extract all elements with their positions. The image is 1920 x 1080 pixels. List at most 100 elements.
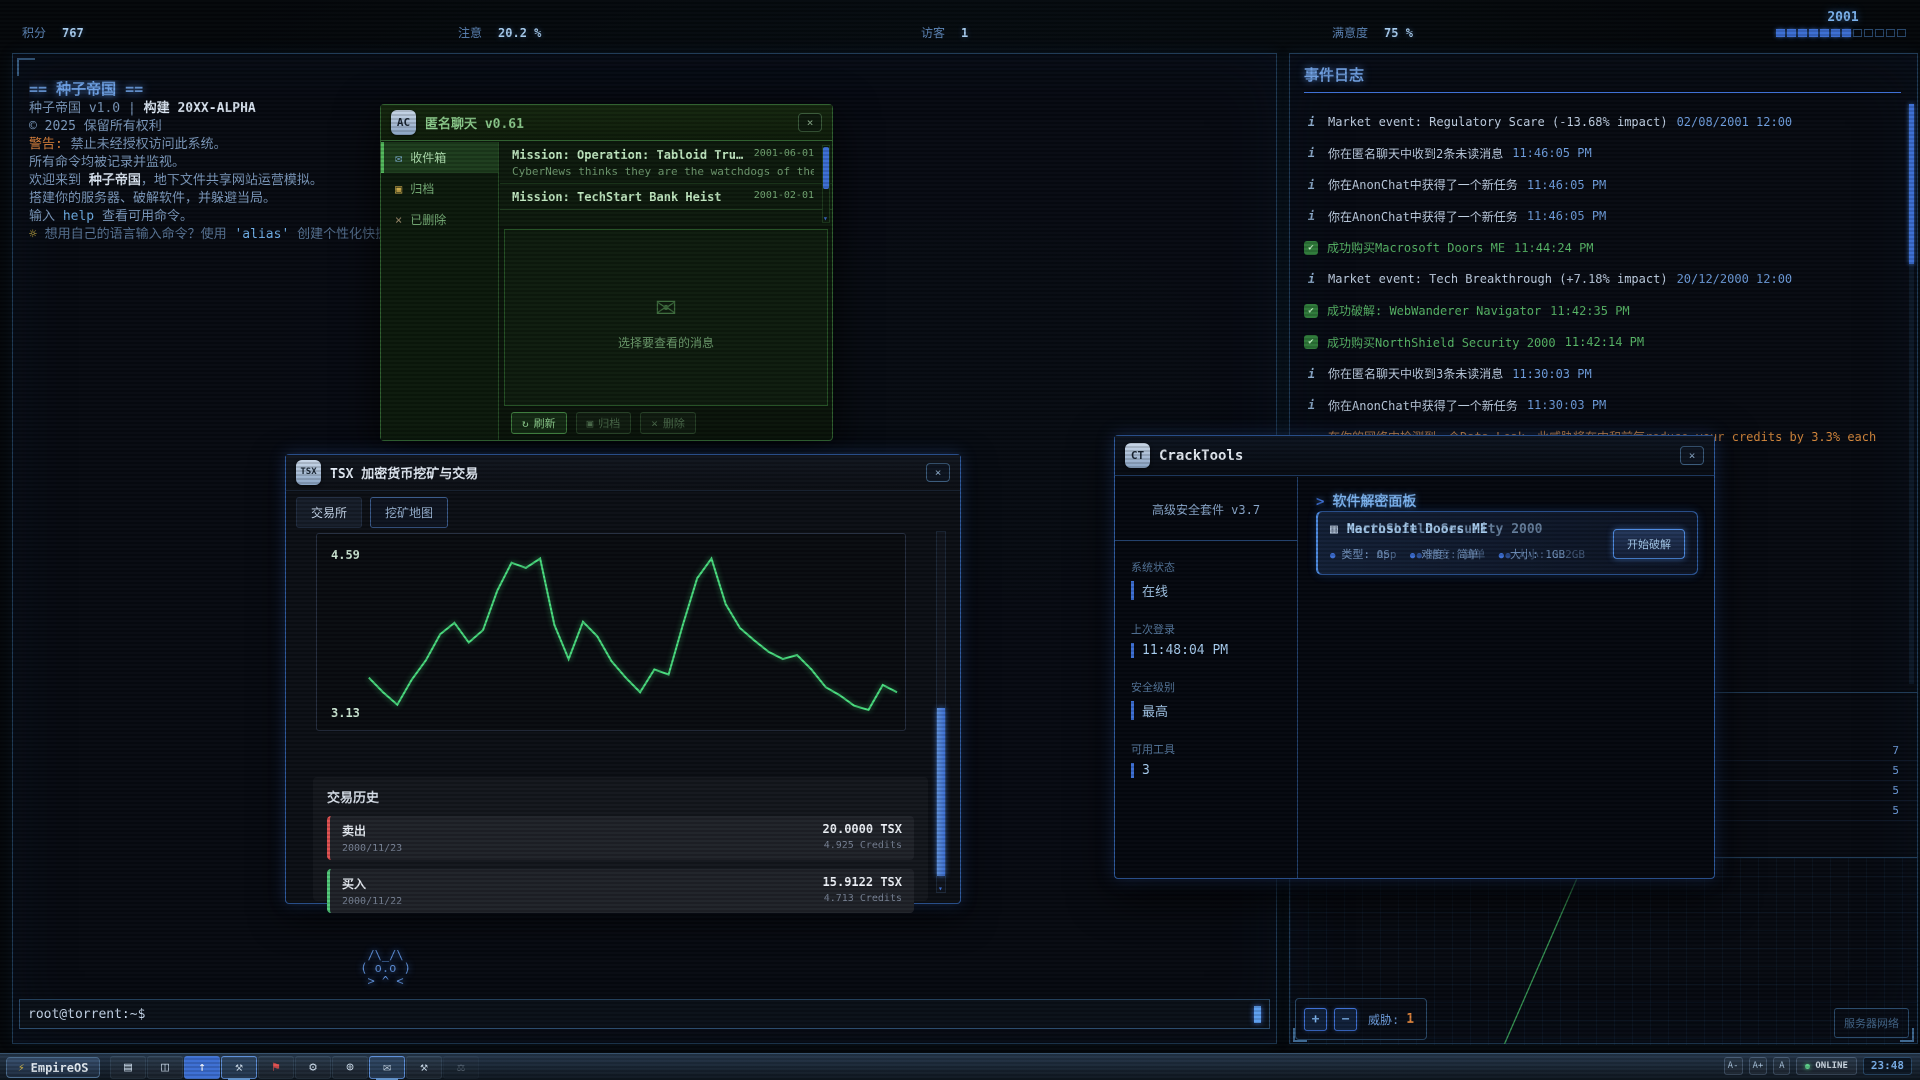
event-icon: ✔ [1304, 304, 1318, 318]
server-network-button[interactable]: 服务器网络 [1834, 1008, 1909, 1038]
event-text: 你在匿名聊天中收到3条未读消息 [1328, 365, 1503, 382]
chat-titlebar[interactable]: AC 匿名聊天 v0.61 × [381, 105, 832, 141]
scrollbar-thumb[interactable] [823, 147, 829, 189]
hud-stat-attention: 注意20.2 % [458, 24, 541, 41]
scroll-down-icon[interactable]: ▾ [823, 215, 829, 223]
chevron-right-icon: > [1316, 494, 1324, 510]
command-line [19, 999, 1270, 1029]
online-status: ONLINE [1796, 1057, 1857, 1075]
font-reset-button[interactable]: A [1773, 1057, 1790, 1075]
chat-toolbar-button[interactable]: ▣ 归档 [576, 412, 632, 434]
tsx-crypto-window: TSX TSX 加密货币挖矿与交易 × 交易所 挖矿地图 4.59 3.13 ▾… [285, 454, 961, 904]
event-time: 11:42:14 PM [1565, 335, 1644, 349]
tsx-titlebar[interactable]: TSX TSX 加密货币挖矿与交易 × [286, 455, 960, 491]
event-icon: i [1304, 178, 1319, 192]
progress-square [1875, 29, 1884, 37]
mail-date: 2001-02-01 [754, 190, 814, 204]
spec-difficulty: ●难度: 简单 [1410, 546, 1479, 562]
event-text: 你在AnonChat中获得了一个新任务 [1328, 397, 1518, 414]
scrollbar-thumb[interactable] [937, 708, 945, 876]
side-stat-value: 7 [1892, 744, 1899, 757]
taskbar-app-button[interactable]: ✉ [369, 1056, 405, 1079]
font-smaller-button[interactable]: A- [1724, 1057, 1743, 1075]
stat-label: 可用工具 [1131, 741, 1297, 757]
close-icon[interactable]: × [926, 463, 950, 482]
empireos-start-button[interactable]: ⚡ EmpireOS [6, 1057, 100, 1078]
cracktools-stat: 系统状态 在线 [1115, 559, 1297, 600]
trade-history-row[interactable]: 买入 2000/11/22 15.9122 TSX 4.713 Credits [327, 869, 914, 913]
event-time: 02/08/2001 12:00 [1677, 115, 1793, 129]
taskbar-app-button[interactable]: ⚒ [406, 1056, 442, 1079]
cracktools-app-icon: CT [1125, 443, 1150, 468]
crack-panel: >软件解密面板 ▤ NorthShield Security 2000 ●类型:… [1298, 477, 1714, 878]
taskbar-app-button[interactable]: ▤ [110, 1056, 146, 1079]
network-controls: + − 威胁: 1 [1295, 998, 1427, 1040]
side-stat-value: 5 [1892, 804, 1899, 817]
taskbar-app-button[interactable]: ⊕ [332, 1056, 368, 1079]
hud-stat-visitors: 访客1 [921, 24, 968, 41]
event-text: 你在AnonChat中获得了一个新任务 [1328, 176, 1518, 193]
tsx-scrollbar[interactable]: ▾ [936, 531, 946, 893]
event-time: 20/12/2000 12:00 [1677, 272, 1793, 286]
tsx-tab[interactable]: 挖矿地图 [370, 497, 448, 528]
trade-amount: 20.0000 TSX [823, 822, 902, 836]
taskbar-app-button[interactable]: ⚖ [443, 1056, 479, 1079]
chat-folder-item[interactable]: ▣ 归档 [381, 173, 498, 204]
chat-folder-item[interactable]: × 已删除 [381, 204, 498, 235]
progress-square [1820, 29, 1829, 37]
toolbar-button-icon: ↻ [522, 417, 529, 430]
trade-history-row[interactable]: 卖出 2000/11/23 20.0000 TSX 4.925 Credits [327, 816, 914, 860]
toolbar-button-icon: ▣ [587, 417, 594, 430]
chat-toolbar-button[interactable]: ↻ 刷新 [511, 412, 567, 434]
taskbar-app-button[interactable]: ↑ [184, 1056, 220, 1079]
mission-mail-list: Mission: Operation: Tabloid Tru… 2001-06… [500, 142, 832, 226]
event-log-scrollbar[interactable] [1909, 104, 1914, 684]
mission-mail-row[interactable]: Mission: TechStart Bank Heist 2001-02-01 [500, 184, 832, 210]
taskbar-app-button[interactable]: ⚙ [295, 1056, 331, 1079]
software-icon: ▥ [1330, 522, 1338, 537]
cracktools-titlebar[interactable]: CT CrackTools × [1115, 436, 1714, 476]
taskbar-app-button[interactable]: ⚒ [221, 1056, 257, 1079]
app-glyph: ⚙ [309, 1060, 317, 1075]
side-stat-value: 5 [1892, 764, 1899, 777]
anon-chat-window: AC 匿名聊天 v0.61 × ✉ 收件箱 ▣ 归档 × 已删除 [380, 104, 833, 441]
event-text: 成功购买NorthShield Security 2000 [1327, 334, 1556, 351]
app-glyph: ↑ [198, 1060, 206, 1075]
app-glyph: ⚖ [457, 1060, 465, 1075]
spec-type: ●类型: OS [1330, 546, 1390, 562]
toolbar-button-label: 删除 [663, 415, 685, 431]
chat-folder-item[interactable]: ✉ 收件箱 [381, 142, 498, 173]
mail-list-scrollbar[interactable]: ▾ [822, 145, 830, 223]
software-name: Macrosoft Doors ME [1347, 522, 1488, 537]
tsx-tab[interactable]: 交易所 [296, 497, 362, 528]
scrollbar-thumb[interactable] [1909, 104, 1914, 264]
font-larger-button[interactable]: A+ [1749, 1057, 1768, 1075]
close-icon[interactable]: × [1680, 446, 1704, 465]
chat-toolbar-button[interactable]: × 删除 [640, 412, 696, 434]
folder-icon: × [395, 213, 402, 227]
stat-value: 最高 [1131, 701, 1297, 720]
tsx-app-icon: TSX [296, 460, 321, 485]
taskbar-app-button[interactable]: ⚑ [258, 1056, 294, 1079]
event-icon: ✔ [1304, 241, 1318, 255]
event-log-entry: i 你在匿名聊天中收到2条未读消息 11:46:05 PM [1304, 138, 1897, 170]
zoom-in-button[interactable]: + [1304, 1008, 1327, 1031]
threat-label: 威胁: [1368, 1011, 1399, 1028]
trade-date: 2000/11/22 [342, 896, 902, 907]
command-input[interactable] [28, 1007, 1254, 1022]
zoom-out-button[interactable]: − [1334, 1008, 1357, 1031]
close-icon[interactable]: × [798, 113, 822, 132]
event-text: Market event: Tech Breakthrough (+7.18% … [1328, 272, 1668, 286]
hud-year: 2001 [1776, 10, 1910, 25]
start-crack-button[interactable]: 开始破解 [1613, 529, 1685, 559]
progress-square [1831, 29, 1840, 37]
mission-mail-row[interactable]: Mission: Operation: Tabloid Tru… 2001-06… [500, 142, 832, 184]
stat-value: 3 [1131, 763, 1297, 778]
anon-chat-app-icon: AC [391, 110, 416, 135]
taskbar-app-button[interactable]: ◫ [147, 1056, 183, 1079]
scroll-down-icon[interactable]: ▾ [938, 885, 943, 893]
progress-square [1864, 29, 1873, 37]
mail-preview: CyberNews thinks they are the watchdogs … [512, 165, 814, 178]
event-time: 11:46:05 PM [1527, 178, 1606, 192]
trade-date: 2000/11/23 [342, 843, 902, 854]
